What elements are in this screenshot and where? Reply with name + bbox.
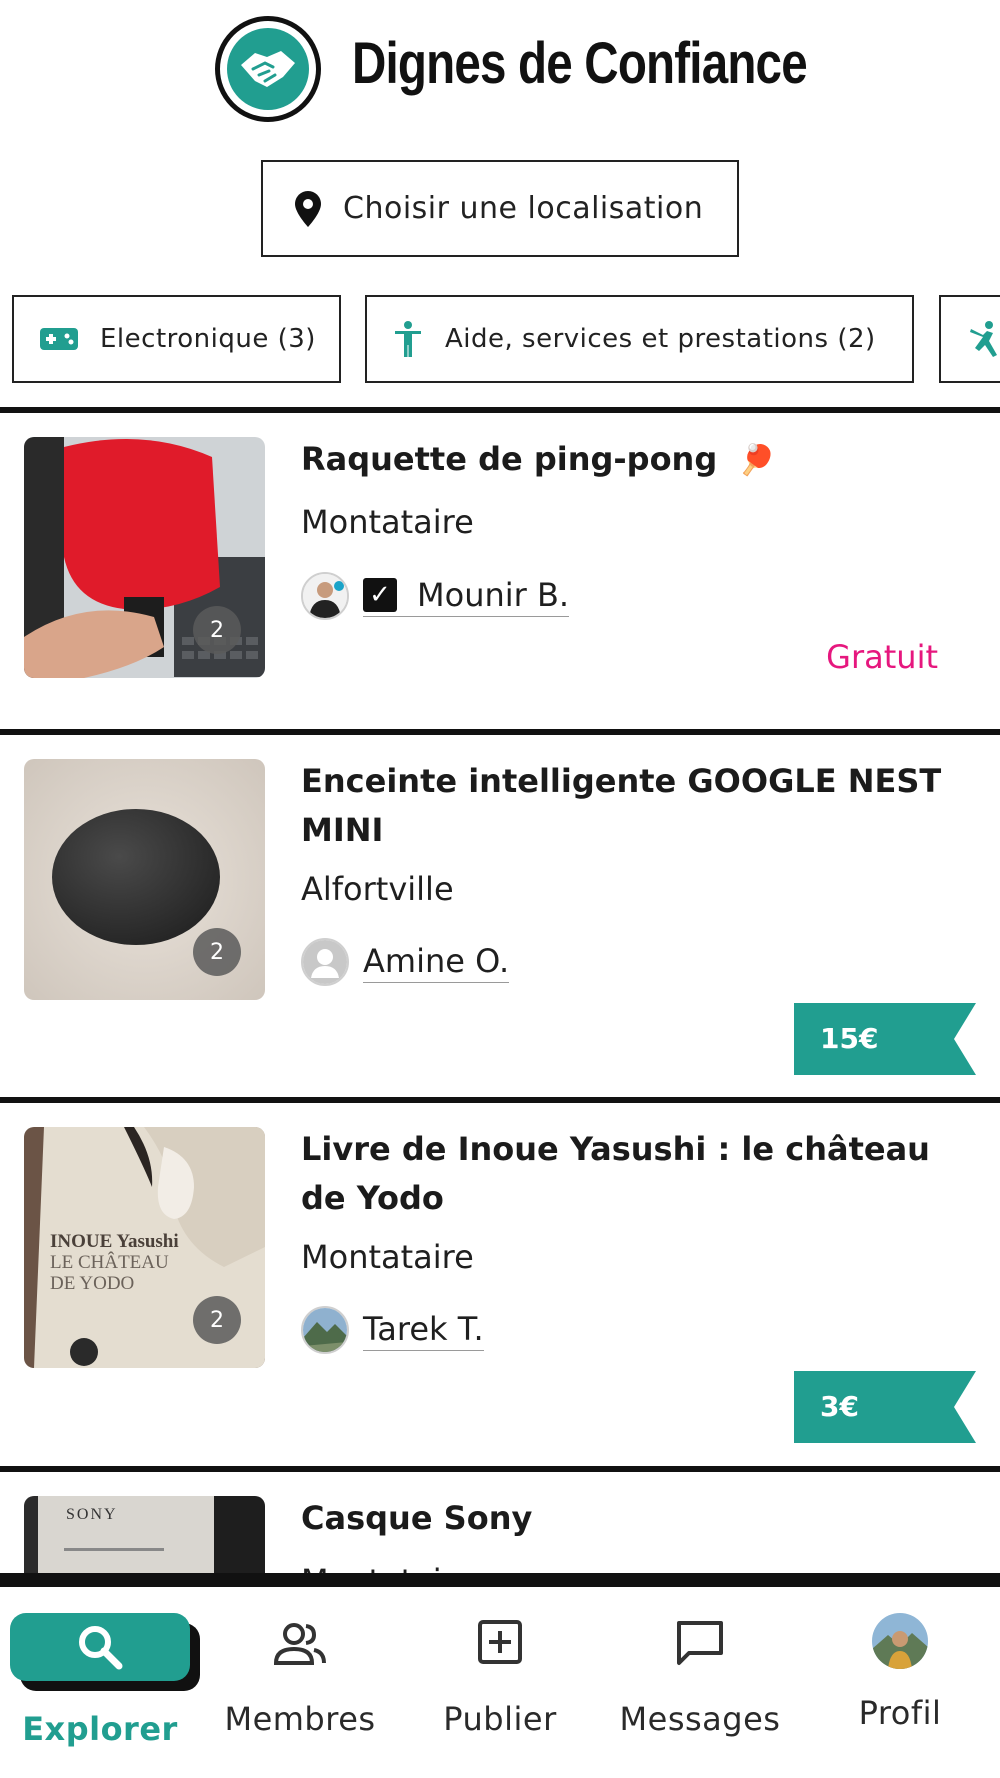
nav-members[interactable]: Membres xyxy=(200,1587,400,1778)
listing-author[interactable]: Amine O. xyxy=(301,937,510,987)
nav-profile-label: Profil xyxy=(858,1694,942,1732)
app-title: Dignes de Confiance xyxy=(352,31,808,96)
ping-pong-icon: 🏓 xyxy=(738,443,776,478)
category-label: Electronique (3) xyxy=(100,324,316,354)
author-name: Tarek T. xyxy=(363,1309,484,1348)
nav-publish[interactable]: Publier xyxy=(400,1587,600,1778)
listing-author[interactable]: Tarek T. xyxy=(301,1305,484,1355)
avatar xyxy=(301,572,349,620)
category-chip-aide-services[interactable]: Aide, services et prestations (2) xyxy=(365,295,914,383)
book-cover-text: INOUE Yasushi LE CHÂTEAU DE YODO xyxy=(50,1231,179,1294)
listing-photo[interactable]: SONY xyxy=(24,1496,265,1573)
category-chip-electronique[interactable]: Electronique (3) xyxy=(12,295,341,383)
nav-messages-label: Messages xyxy=(619,1700,781,1738)
listing-city: Alfortville xyxy=(301,870,454,908)
logo xyxy=(215,16,321,122)
author-name: Amine O. xyxy=(363,941,510,980)
chat-icon xyxy=(677,1621,723,1665)
listing-author[interactable]: ✓ Mounir B. xyxy=(301,571,570,621)
handshake-icon xyxy=(227,28,309,110)
author-link[interactable]: ✓ Mounir B. xyxy=(363,575,570,617)
listing-city: Montataire xyxy=(301,1238,474,1276)
bottom-nav: Explorer Membres Publier Messages Profil xyxy=(0,1587,1000,1778)
location-button[interactable]: Choisir une localisation xyxy=(261,160,739,257)
category-bar: Electronique (3) Aide, services et prest… xyxy=(0,295,1000,385)
app-header: Dignes de Confiance xyxy=(0,0,1000,130)
price-tag: 15€ xyxy=(794,1003,976,1075)
price-free: Gratuit xyxy=(826,638,938,676)
category-chip-sport[interactable] xyxy=(939,295,1000,383)
avatar xyxy=(301,1306,349,1354)
price-tag: 3€ xyxy=(794,1371,976,1443)
listing-title: Raquette de ping-pong 🏓 xyxy=(301,435,971,485)
listing-city: Montataire xyxy=(301,1562,474,1573)
nav-explore-label: Explorer xyxy=(22,1710,178,1748)
explore-pill[interactable] xyxy=(10,1613,190,1681)
nav-members-label: Membres xyxy=(224,1700,376,1738)
nav-profile[interactable]: Profil xyxy=(800,1587,1000,1778)
listing-photo[interactable]: INOUE Yasushi LE CHÂTEAU DE YODO 2 xyxy=(24,1127,265,1368)
listing-title-text: Raquette de ping-pong xyxy=(301,440,718,478)
search-icon xyxy=(79,1626,123,1670)
listing-photo[interactable]: 2 xyxy=(24,759,265,1000)
karate-icon xyxy=(970,321,997,357)
location-button-label: Choisir une localisation xyxy=(343,191,704,226)
nav-messages[interactable]: Messages xyxy=(600,1587,800,1778)
author-name: Mounir B. xyxy=(417,575,570,614)
listing-card[interactable]: 2 Enceinte intelligente GOOGLE NEST MINI… xyxy=(0,735,1000,1075)
verified-check-icon: ✓ xyxy=(363,577,397,612)
author-link[interactable]: Amine O. xyxy=(363,941,510,983)
listing-title: Enceinte intelligente GOOGLE NEST MINI xyxy=(301,762,942,849)
price-value: 3€ xyxy=(820,1390,859,1423)
profile-avatar xyxy=(872,1613,928,1669)
category-label: Aide, services et prestations (2) xyxy=(445,324,876,354)
avatar xyxy=(301,938,349,986)
nav-divider xyxy=(0,1573,1000,1587)
listing-card[interactable]: 2 Raquette de ping-pong 🏓 Montataire ✓ M… xyxy=(0,413,1000,729)
price-value: 15€ xyxy=(820,1022,879,1055)
author-link[interactable]: Tarek T. xyxy=(363,1310,484,1351)
listing-photo[interactable]: 2 xyxy=(24,437,265,678)
listing-title: Casque Sony xyxy=(301,1499,533,1537)
photo-count-badge: 2 xyxy=(193,928,241,976)
photo-count-badge: 2 xyxy=(193,1296,241,1344)
listing-city: Montataire xyxy=(301,503,474,541)
members-icon xyxy=(273,1623,326,1665)
nav-explore[interactable]: Explorer xyxy=(0,1587,200,1778)
listing-title: Livre de Inoue Yasushi : le château de Y… xyxy=(301,1130,930,1217)
listing-card[interactable]: INOUE Yasushi LE CHÂTEAU DE YODO 2 Livre… xyxy=(0,1103,1000,1443)
photo-count-badge: 2 xyxy=(193,606,241,654)
person-icon xyxy=(395,321,421,357)
nav-publish-label: Publier xyxy=(443,1700,557,1738)
gamepad-icon xyxy=(40,328,78,350)
add-box-icon xyxy=(478,1620,522,1664)
box-label: SONY xyxy=(66,1506,118,1523)
location-pin-icon xyxy=(295,190,321,227)
listing-card[interactable]: SONY Casque Sony Montataire xyxy=(0,1472,1000,1573)
